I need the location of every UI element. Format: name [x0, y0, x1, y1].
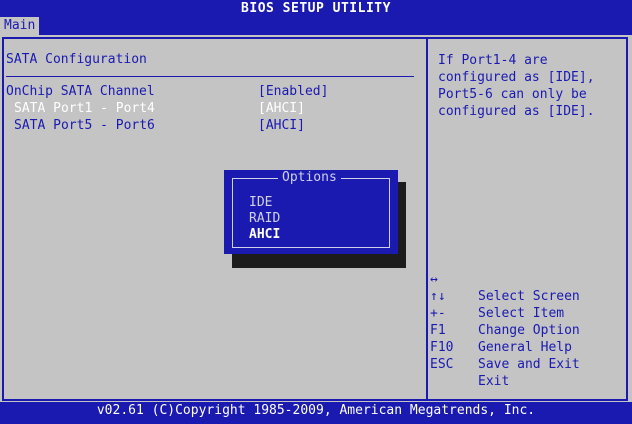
panel-divider — [426, 37, 428, 401]
key-row-general-help: F1 General Help — [430, 305, 572, 355]
key-row-exit: ESC Exit — [430, 339, 509, 389]
key-desc: Select Item — [478, 306, 565, 321]
key-row-select-item: ↑↓ Select Item — [430, 271, 564, 321]
key-desc: Select Screen — [478, 289, 580, 304]
section-rule — [6, 76, 414, 77]
options-popup-frame: IDE RAID AHCI — [232, 178, 390, 248]
key-row-select-screen: ↔ Select Screen — [430, 254, 580, 304]
option-ide[interactable]: IDE — [249, 195, 272, 210]
setting-label-sata-port5-6[interactable]: SATA Port5 - Port6 — [14, 118, 155, 133]
options-popup-title: Options — [278, 170, 341, 186]
key-row-change-option: +- Change Option — [430, 288, 580, 338]
key-desc: Change Option — [478, 323, 580, 338]
options-popup: IDE RAID AHCI Options — [224, 170, 398, 254]
tab-main[interactable]: Main — [0, 17, 40, 35]
setting-value-sata-port1-4[interactable]: [AHCI] — [258, 101, 305, 116]
section-title: SATA Configuration — [6, 52, 147, 67]
key-row-save-exit: F10 Save and Exit — [430, 322, 580, 372]
setting-label-sata-port1-4[interactable]: SATA Port1 - Port4 — [14, 101, 155, 116]
option-raid[interactable]: RAID — [249, 211, 280, 226]
setting-value-onchip-sata[interactable]: [Enabled] — [258, 84, 328, 99]
setting-value-sata-port5-6[interactable]: [AHCI] — [258, 118, 305, 133]
option-ahci[interactable]: AHCI — [249, 227, 280, 242]
key-esc: ESC — [430, 357, 454, 372]
key-desc: General Help — [478, 340, 572, 355]
key-desc: Save and Exit — [478, 357, 580, 372]
key-desc: Exit — [478, 374, 510, 389]
copyright-footer: v02.61 (C)Copyright 1985-2009, American … — [0, 402, 632, 424]
setting-label-onchip-sata[interactable]: OnChip SATA Channel — [6, 84, 155, 99]
help-text: If Port1-4 are configured as [IDE], Port… — [438, 53, 595, 119]
window-title: BIOS SETUP UTILITY — [0, 0, 632, 17]
menu-bar: Main — [0, 17, 632, 35]
